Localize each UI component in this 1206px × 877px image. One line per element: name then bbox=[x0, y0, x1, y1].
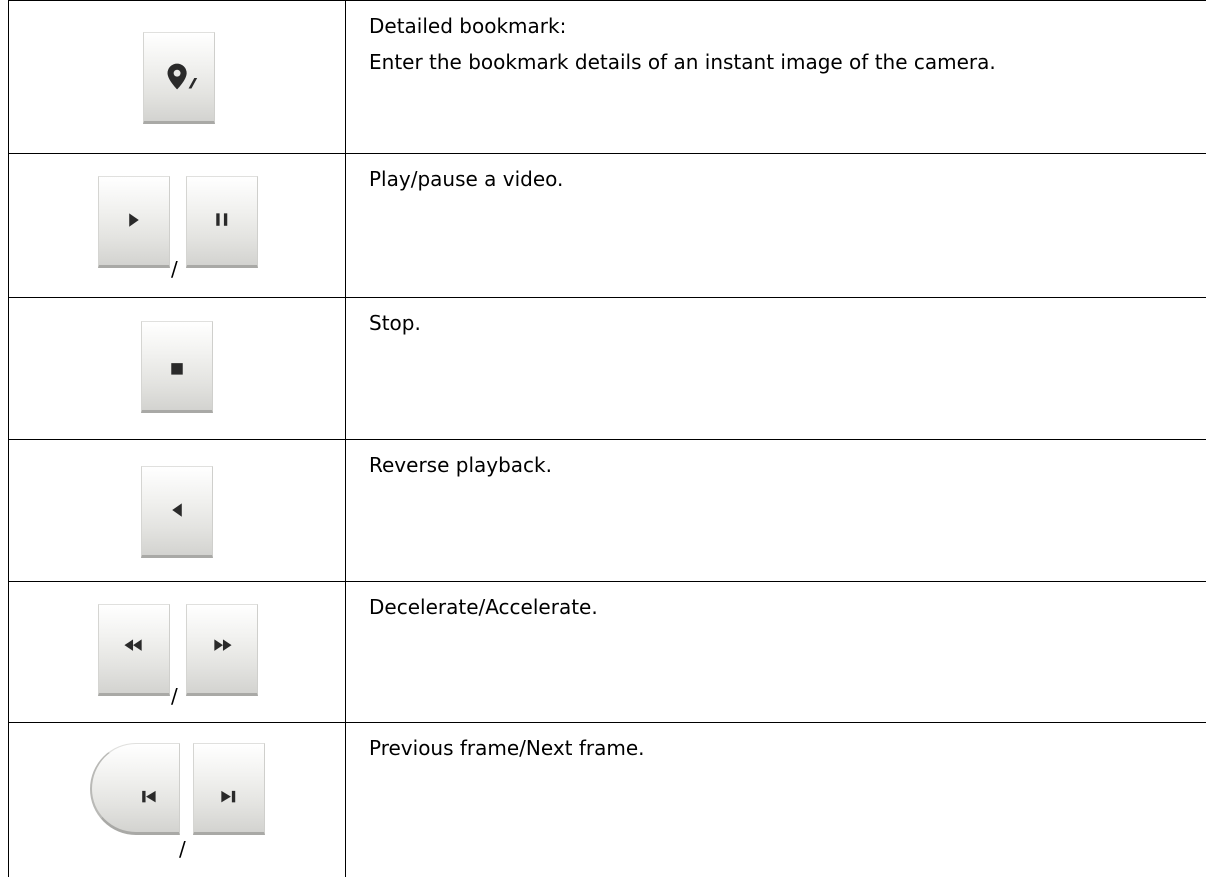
next-frame-button[interactable] bbox=[193, 743, 265, 835]
description-cell: Previous frame/Next frame. bbox=[369, 730, 1206, 766]
separator: / bbox=[171, 257, 178, 281]
description-cell: Reverse playback. bbox=[369, 447, 1206, 483]
icon-cell: / bbox=[8, 153, 345, 297]
table-row: / Previous frame/Next frame. bbox=[8, 722, 1206, 877]
description-cell: Detailed bookmark: Enter the bookmark de… bbox=[369, 8, 1206, 80]
separator: / bbox=[179, 837, 186, 861]
stop-icon bbox=[171, 363, 183, 375]
pause-button[interactable] bbox=[186, 176, 258, 268]
icon-cell bbox=[8, 297, 345, 439]
table-row: Stop. bbox=[8, 297, 1206, 439]
icon-cell bbox=[8, 439, 345, 581]
accelerate-button[interactable] bbox=[186, 604, 258, 696]
reverse-play-icon bbox=[172, 503, 182, 517]
previous-frame-button[interactable] bbox=[90, 743, 180, 835]
decelerate-button[interactable] bbox=[98, 604, 170, 696]
play-button[interactable] bbox=[98, 176, 170, 268]
previous-frame-icon bbox=[142, 790, 156, 803]
description-text: Previous frame/Next frame. bbox=[369, 736, 645, 760]
table-row: Detailed bookmark: Enter the bookmark de… bbox=[8, 0, 1206, 153]
icon-cell bbox=[8, 0, 345, 153]
icon-cell: / bbox=[8, 722, 345, 877]
description-cell: Stop. bbox=[369, 305, 1206, 341]
button-description-table: Detailed bookmark: Enter the bookmark de… bbox=[0, 0, 1206, 877]
pause-icon bbox=[216, 213, 228, 226]
fast-forward-icon bbox=[214, 639, 232, 651]
table-row: Reverse playback. bbox=[8, 439, 1206, 581]
description-text: Enter the bookmark details of an instant… bbox=[369, 50, 996, 74]
separator: / bbox=[171, 684, 178, 708]
bookmark-edit-icon bbox=[167, 63, 198, 90]
description-text: Play/pause a video. bbox=[369, 167, 564, 191]
table-row: / Decelerate/Accelerate. bbox=[8, 581, 1206, 722]
next-frame-icon bbox=[221, 790, 236, 803]
description-text: Decelerate/Accelerate. bbox=[369, 595, 598, 619]
table-row: / Play/pause a video. bbox=[8, 153, 1206, 297]
icon-cell: / bbox=[8, 581, 345, 722]
bookmark-edit-button[interactable] bbox=[143, 32, 215, 124]
play-icon bbox=[129, 213, 139, 227]
reverse-play-button[interactable] bbox=[141, 466, 213, 558]
rewind-icon bbox=[124, 639, 142, 651]
description-text: Reverse playback. bbox=[369, 453, 552, 477]
stop-button[interactable] bbox=[141, 321, 213, 413]
description-cell: Play/pause a video. bbox=[369, 161, 1206, 197]
description-title: Detailed bookmark: bbox=[369, 14, 567, 38]
description-text: Stop. bbox=[369, 311, 421, 335]
description-cell: Decelerate/Accelerate. bbox=[369, 589, 1206, 625]
